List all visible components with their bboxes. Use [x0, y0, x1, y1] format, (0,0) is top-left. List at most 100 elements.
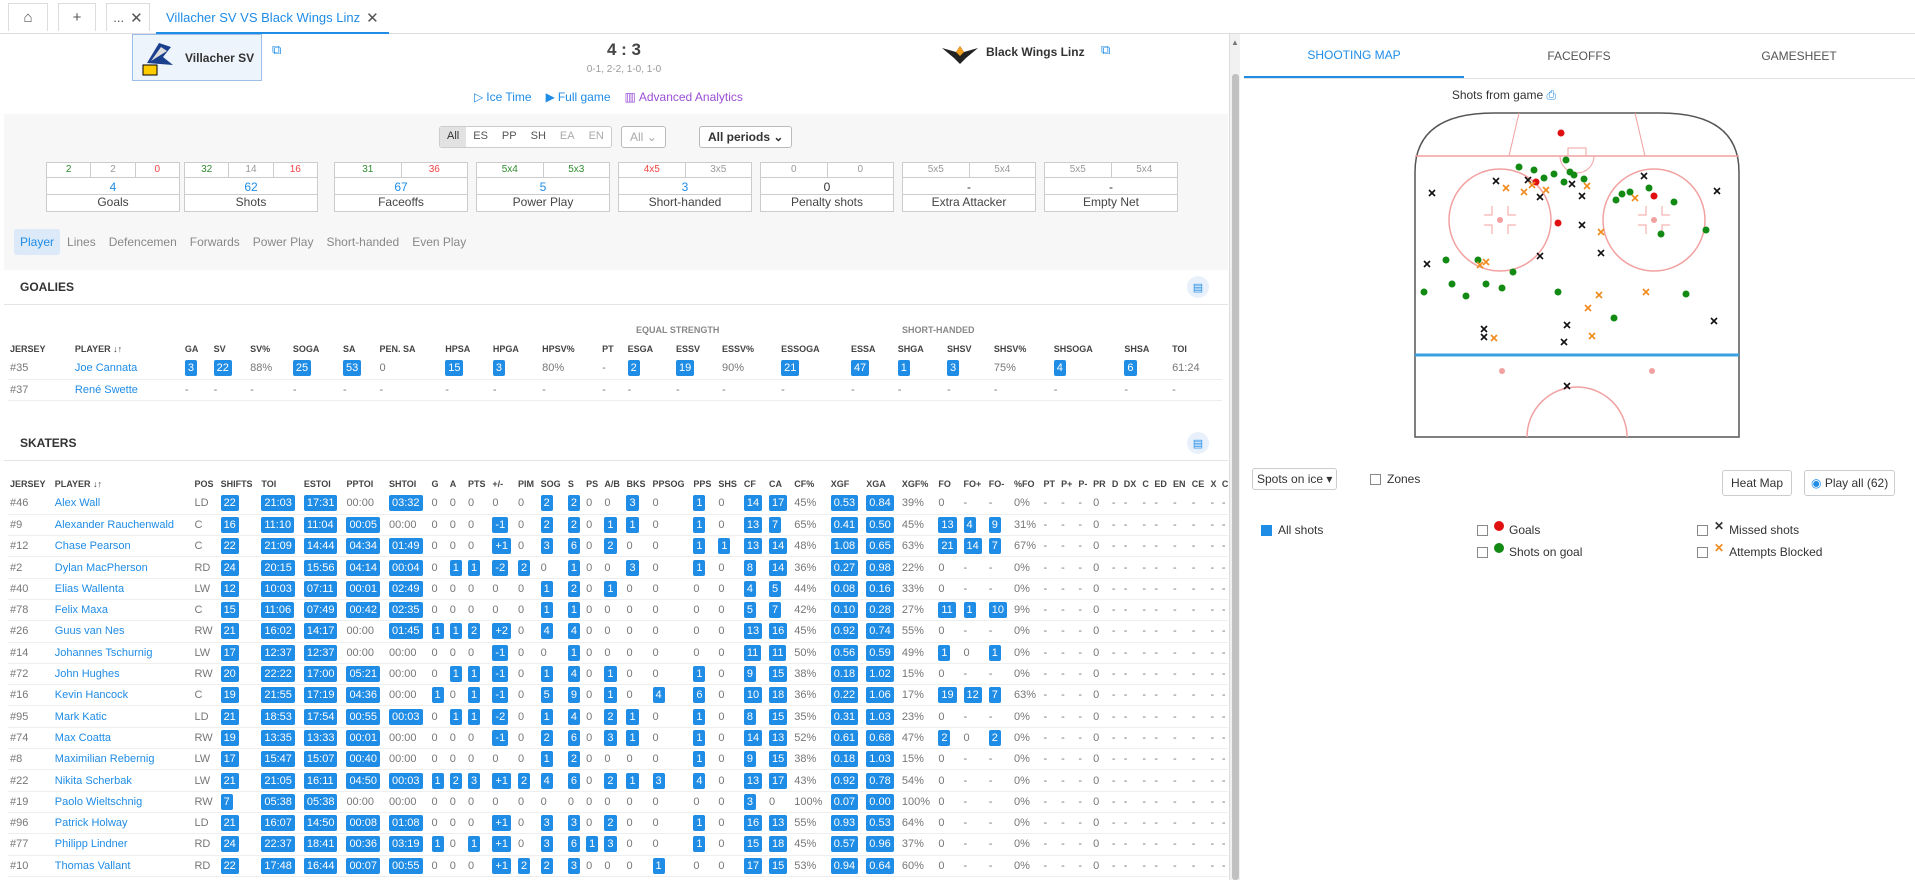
all-shots-toggle[interactable]: All shots — [1261, 523, 1323, 537]
stat-badge[interactable]: 4 — [693, 772, 706, 789]
tab-shooting-map[interactable]: SHOOTING MAP — [1244, 34, 1464, 78]
subtab-forwards[interactable]: Forwards — [184, 229, 246, 255]
stat-badge[interactable]: 0.78 — [866, 772, 894, 789]
stat-badge[interactable]: 0.92 — [830, 623, 859, 640]
stat-badge[interactable]: 00:08 — [346, 815, 380, 832]
stat-badge[interactable]: 19 — [220, 687, 239, 704]
stat-badge[interactable]: 2 — [540, 516, 553, 533]
stat-badge[interactable]: 1 — [449, 666, 462, 683]
stat-badge[interactable]: 22 — [220, 857, 239, 874]
stat-badge[interactable]: 1 — [693, 516, 706, 533]
stat-badge[interactable]: 14:50 — [303, 815, 338, 832]
stat-badge[interactable]: 6 — [1124, 360, 1137, 377]
stat-badge[interactable]: 0.61 — [830, 729, 859, 746]
player-name-link[interactable]: Joe Cannata — [72, 358, 183, 380]
stat-badge[interactable]: 15 — [769, 666, 788, 683]
stat-badge[interactable]: 17:19 — [303, 687, 338, 704]
stat-badge[interactable]: 14 — [769, 538, 788, 555]
stat-badge[interactable]: 3 — [567, 815, 580, 832]
zones-toggle[interactable]: Zones — [1370, 472, 1420, 486]
stat-badge[interactable]: 4 — [743, 580, 756, 597]
stat-badge[interactable]: 0.00 — [866, 793, 894, 810]
stat-badge[interactable]: 2 — [604, 538, 617, 555]
stat-badge[interactable]: 18:41 — [303, 836, 338, 853]
stat-badge[interactable]: 3 — [743, 793, 756, 810]
sog-checkbox[interactable] — [1477, 546, 1488, 558]
subtab-power-play[interactable]: Power Play — [247, 229, 320, 255]
stat-badge[interactable]: -1 — [492, 666, 509, 683]
stat-badge[interactable]: 12:37 — [303, 644, 338, 661]
stat-badge[interactable]: 24 — [220, 836, 239, 853]
full-game-link[interactable]: ▶ Full game — [546, 90, 611, 104]
player-name-link[interactable]: René Swette — [72, 379, 183, 402]
stat-badge[interactable]: 0.22 — [830, 687, 859, 704]
stat-badge[interactable]: 0.65 — [866, 538, 894, 555]
stat-badge[interactable]: 4 — [1053, 360, 1066, 377]
stat-badge[interactable]: 07:11 — [303, 580, 337, 597]
stat-badge[interactable]: 05:38 — [261, 793, 295, 810]
stat-badge[interactable]: 1 — [540, 666, 553, 683]
stat-badge[interactable]: 17 — [220, 644, 239, 661]
stat-badge[interactable]: 00:05 — [346, 516, 380, 533]
stat-badge[interactable]: 1 — [567, 644, 580, 661]
stat-badge[interactable]: 1.06 — [866, 687, 894, 704]
stat-badge[interactable]: 16:07 — [261, 815, 295, 832]
stat-badge[interactable]: 22 — [213, 360, 232, 377]
stat-badge[interactable]: 25 — [292, 360, 312, 377]
stat-badge[interactable]: 17 — [220, 751, 239, 768]
stat-badge[interactable]: 0.84 — [866, 495, 894, 512]
stat-badge[interactable]: 11 — [938, 602, 956, 619]
stat-badge[interactable]: 4 — [567, 666, 580, 683]
player-name-link[interactable]: Patrick Holway — [52, 812, 193, 835]
stat-badge[interactable]: 05:38 — [303, 793, 338, 810]
stat-badge[interactable]: 3 — [468, 772, 481, 789]
stat-badge[interactable]: 00:07 — [346, 857, 380, 874]
player-name-link[interactable]: Alexander Rauchenwald — [52, 514, 193, 537]
player-name-link[interactable]: Elias Wallenta — [52, 578, 193, 600]
pdf-export-icon[interactable]: ▤ — [1187, 432, 1209, 454]
stat-badge[interactable]: -2 — [492, 708, 509, 725]
stat-badge[interactable]: 6 — [567, 729, 580, 746]
stat-badge[interactable]: 2 — [988, 729, 1001, 746]
stat-badge[interactable]: 0.18 — [830, 666, 859, 683]
close-icon[interactable]: ✕ — [130, 9, 143, 27]
stat-badge[interactable]: 20:15 — [261, 559, 295, 576]
stat-badge[interactable]: 1 — [431, 623, 444, 640]
stat-badge[interactable]: 1 — [693, 495, 706, 512]
player-name-link[interactable]: Paolo Wieltschnig — [52, 791, 193, 813]
stat-badge[interactable]: 17:00 — [303, 666, 338, 683]
stat-badge[interactable]: 00:55 — [388, 857, 423, 874]
stat-badge[interactable]: 1 — [693, 751, 706, 768]
stat-badge[interactable]: 0.94 — [830, 857, 859, 874]
stat-badge[interactable]: 21:03 — [261, 495, 295, 512]
stat-badge[interactable]: 3 — [184, 360, 198, 377]
stat-badge[interactable]: 15:47 — [261, 751, 295, 768]
advanced-analytics-link[interactable]: ▥ Advanced Analytics — [625, 90, 743, 104]
player-name-link[interactable]: Thomas Vallant — [52, 855, 193, 877]
stat-badge[interactable]: 02:49 — [388, 580, 423, 597]
stat-badge[interactable]: 15 — [769, 857, 788, 874]
stat-badge[interactable]: 1 — [540, 580, 553, 597]
stat-badge[interactable]: 21:09 — [261, 538, 295, 555]
stat-badge[interactable]: 1 — [626, 708, 639, 725]
stat-badge[interactable]: 16:02 — [261, 623, 295, 640]
stat-badge[interactable]: 7 — [220, 793, 233, 810]
player-name-link[interactable]: Alex Wall — [52, 493, 193, 515]
stat-badge[interactable]: 04:34 — [346, 538, 380, 555]
stat-badge[interactable]: 1 — [693, 836, 706, 853]
stat-badge[interactable]: 18 — [769, 687, 788, 704]
stat-badge[interactable]: 0.08 — [830, 580, 859, 597]
stat-badge[interactable]: 15 — [769, 751, 788, 768]
stat-badge[interactable]: 1 — [693, 815, 706, 832]
sog-toggle[interactable]: Shots on goal — [1477, 543, 1582, 559]
stat-badge[interactable]: 2 — [567, 751, 580, 768]
stat-badge[interactable]: 1 — [540, 602, 553, 619]
missed-checkbox[interactable] — [1697, 524, 1708, 536]
stat-badge[interactable]: 3 — [540, 815, 553, 832]
player-name-link[interactable]: Felix Maxa — [52, 599, 193, 622]
stat-badge[interactable]: -1 — [492, 687, 509, 704]
stat-badge[interactable]: 3 — [626, 495, 639, 512]
stat-badge[interactable]: 1 — [938, 644, 951, 661]
stat-badge[interactable]: 21 — [220, 708, 239, 725]
stat-badge[interactable]: 1 — [693, 559, 706, 576]
